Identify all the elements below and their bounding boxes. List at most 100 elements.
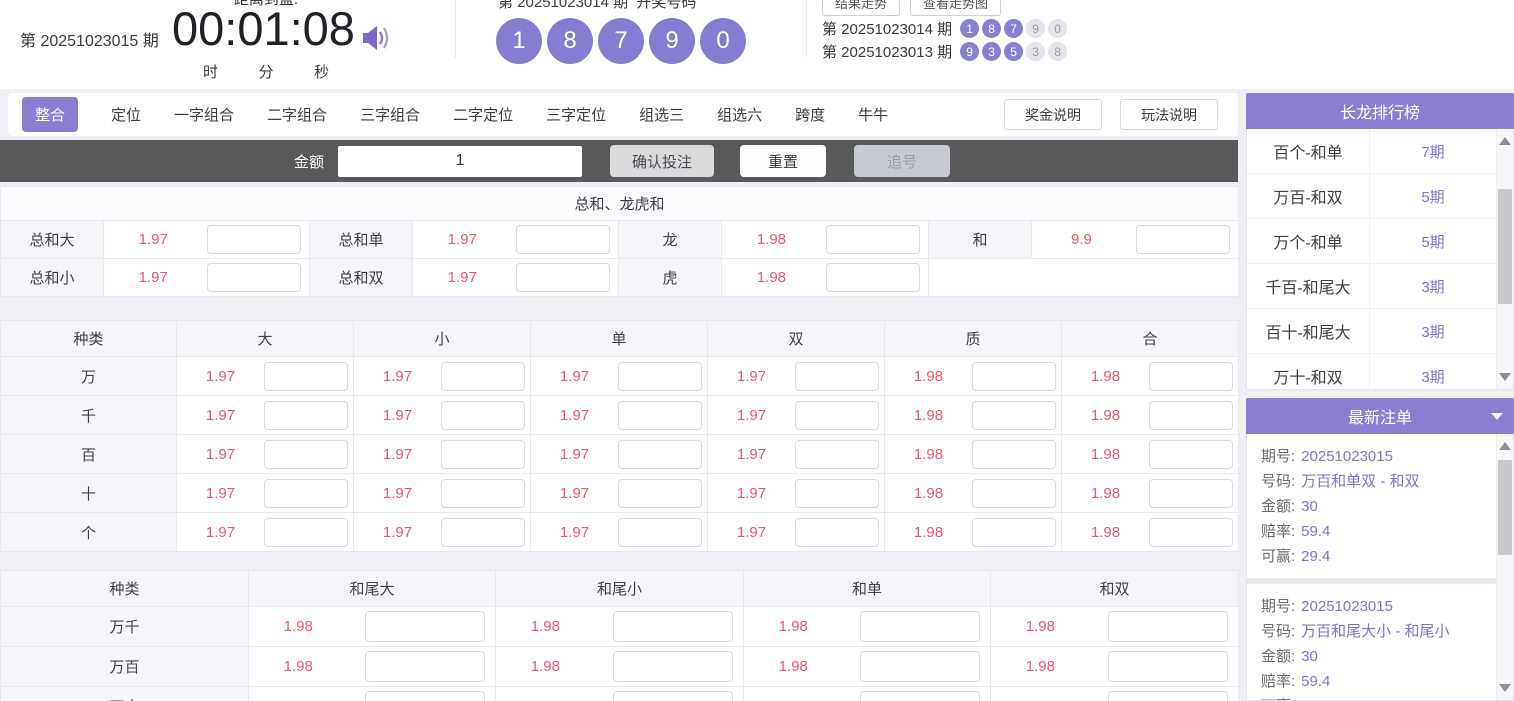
tab-6[interactable]: 二字定位 [453,104,513,125]
column-header: 小 [354,321,531,357]
bet-amount-input[interactable] [207,225,301,254]
bet-amount-input[interactable] [441,479,525,508]
odds-value: 1.97 [531,485,618,502]
bet-amount-input[interactable] [264,362,348,391]
bet-amount-input[interactable] [972,479,1056,508]
scrollbar[interactable] [1496,129,1513,389]
bet-amount-input[interactable] [1149,479,1233,508]
bet-amount-input[interactable] [1149,401,1233,430]
bet-cell: 1.98 [496,607,744,647]
bet-amount-input[interactable] [613,611,733,642]
bet-amount-input[interactable] [441,362,525,391]
odds-value: 1.98 [1062,485,1149,502]
bet-amount-input[interactable] [860,611,980,642]
bet-amount-input[interactable] [795,518,879,547]
bet-amount-input[interactable] [795,440,879,469]
bet-amount-input[interactable] [972,440,1056,469]
scrollbar-down-icon[interactable] [1499,684,1511,692]
bet-amount-input[interactable] [972,401,1056,430]
bet-amount-input[interactable] [207,263,301,292]
bet-amount-input[interactable] [795,362,879,391]
bet-cell: 9.9 [1032,221,1239,259]
tab-4[interactable]: 二字组合 [267,104,327,125]
tab-5[interactable]: 三字组合 [360,104,420,125]
bet-amount-input[interactable] [860,691,980,701]
bet-amount-input[interactable] [365,651,485,682]
bet-amount-input[interactable] [264,440,348,469]
bet-amount-input[interactable] [1149,518,1233,547]
confirm-bet-button[interactable]: 确认投注 [610,145,714,177]
bet-amount-input[interactable] [618,362,702,391]
play-rules-button[interactable]: 玩法说明 [1120,99,1218,130]
odds-value: 1.98 [991,658,1090,675]
tab-7[interactable]: 三字定位 [546,104,606,125]
bet-amount-input[interactable] [826,263,920,292]
bet-type-label: 总和双 [310,259,413,297]
bet-amount-input[interactable] [441,401,525,430]
tab-11[interactable]: 牛牛 [858,104,888,125]
bet-amount-input[interactable] [365,691,485,701]
bet-amount-input[interactable] [264,518,348,547]
bet-amount-input[interactable] [972,518,1056,547]
bet-amount-input[interactable] [365,611,485,642]
bet-amount-input[interactable] [795,401,879,430]
play-type-tabbar: 整合 定位 一字组合 二字组合 三字组合 二字定位 三字定位 组选三 组选六 跨度 牛牛 奖金说明玩… [8,93,1238,136]
bet-amount-input[interactable] [441,440,525,469]
reset-button[interactable]: 重置 [740,145,826,177]
collapse-arrow-icon[interactable] [1491,413,1503,426]
odds-value: 1.98 [496,618,595,635]
tab-9[interactable]: 组选六 [717,104,762,125]
scrollbar-thumb[interactable] [1498,189,1512,304]
order-period-value: 20251023015 [1301,448,1393,465]
tab-1[interactable]: 整合 [22,97,78,132]
tab-2[interactable]: 定位 [111,104,141,125]
prize-info-button[interactable]: 奖金说明 [1004,99,1102,130]
bet-amount-input[interactable] [264,479,348,508]
bet-amount-input[interactable] [441,518,525,547]
bet-amount-input[interactable] [826,225,920,254]
order-amount-value: 30 [1301,498,1318,515]
bet-amount-input[interactable] [516,263,610,292]
bet-amount-input[interactable] [613,691,733,701]
bet-cell: 1.97 [531,435,708,474]
order-win-value: 29.4 [1301,548,1330,565]
bet-amount-input[interactable] [1108,691,1228,701]
chase-number-button[interactable]: 追号 [854,145,950,177]
speaker-icon[interactable] [362,23,394,58]
tab-10[interactable]: 跨度 [795,104,825,125]
bet-amount-input[interactable] [516,225,610,254]
bet-amount-input[interactable] [264,401,348,430]
bet-amount-input[interactable] [1108,611,1228,642]
scrollbar-up-icon[interactable] [1499,442,1511,450]
odds-value: 1.98 [1062,407,1149,424]
bet-cell: 1.97 [708,435,885,474]
bet-amount-input[interactable] [1108,651,1228,682]
amount-input[interactable] [338,146,582,177]
dragon-rank-list: 百个-和单7期万百-和双5期万个-和单5期千百-和尾大3期百十-和尾大3期万十-… [1247,129,1513,390]
bet-amount-input[interactable] [972,362,1056,391]
scrollbar-down-icon[interactable] [1499,373,1511,381]
scrollbar-up-icon[interactable] [1499,137,1511,145]
bet-amount-input[interactable] [618,518,702,547]
bet-amount-input[interactable] [618,401,702,430]
bet-amount-input[interactable] [613,651,733,682]
bet-amount-input[interactable] [860,651,980,682]
bet-amount-input[interactable] [1136,225,1230,254]
bet-amount-input[interactable] [618,440,702,469]
order-odds-label: 赔率: [1261,523,1295,540]
result-trend-button[interactable]: 结果走势 [822,0,900,16]
dragon-streak-count: 3期 [1370,264,1496,308]
bet-amount-input[interactable] [1149,362,1233,391]
bet-cell: 1.98 [885,474,1062,513]
bet-amount-input[interactable] [618,479,702,508]
scrollbar[interactable] [1496,434,1513,700]
tab-3[interactable]: 一字组合 [174,104,234,125]
order-win-label: 可赢: [1261,548,1295,565]
history-number-ball: 9 [960,42,979,61]
bet-amount-input[interactable] [795,479,879,508]
scrollbar-thumb[interactable] [1498,460,1512,555]
tab-8[interactable]: 组选三 [639,104,684,125]
history-number-ball: 5 [1004,42,1023,61]
view-trend-chart-button[interactable]: 查看走势图 [910,0,1001,16]
bet-amount-input[interactable] [1149,440,1233,469]
